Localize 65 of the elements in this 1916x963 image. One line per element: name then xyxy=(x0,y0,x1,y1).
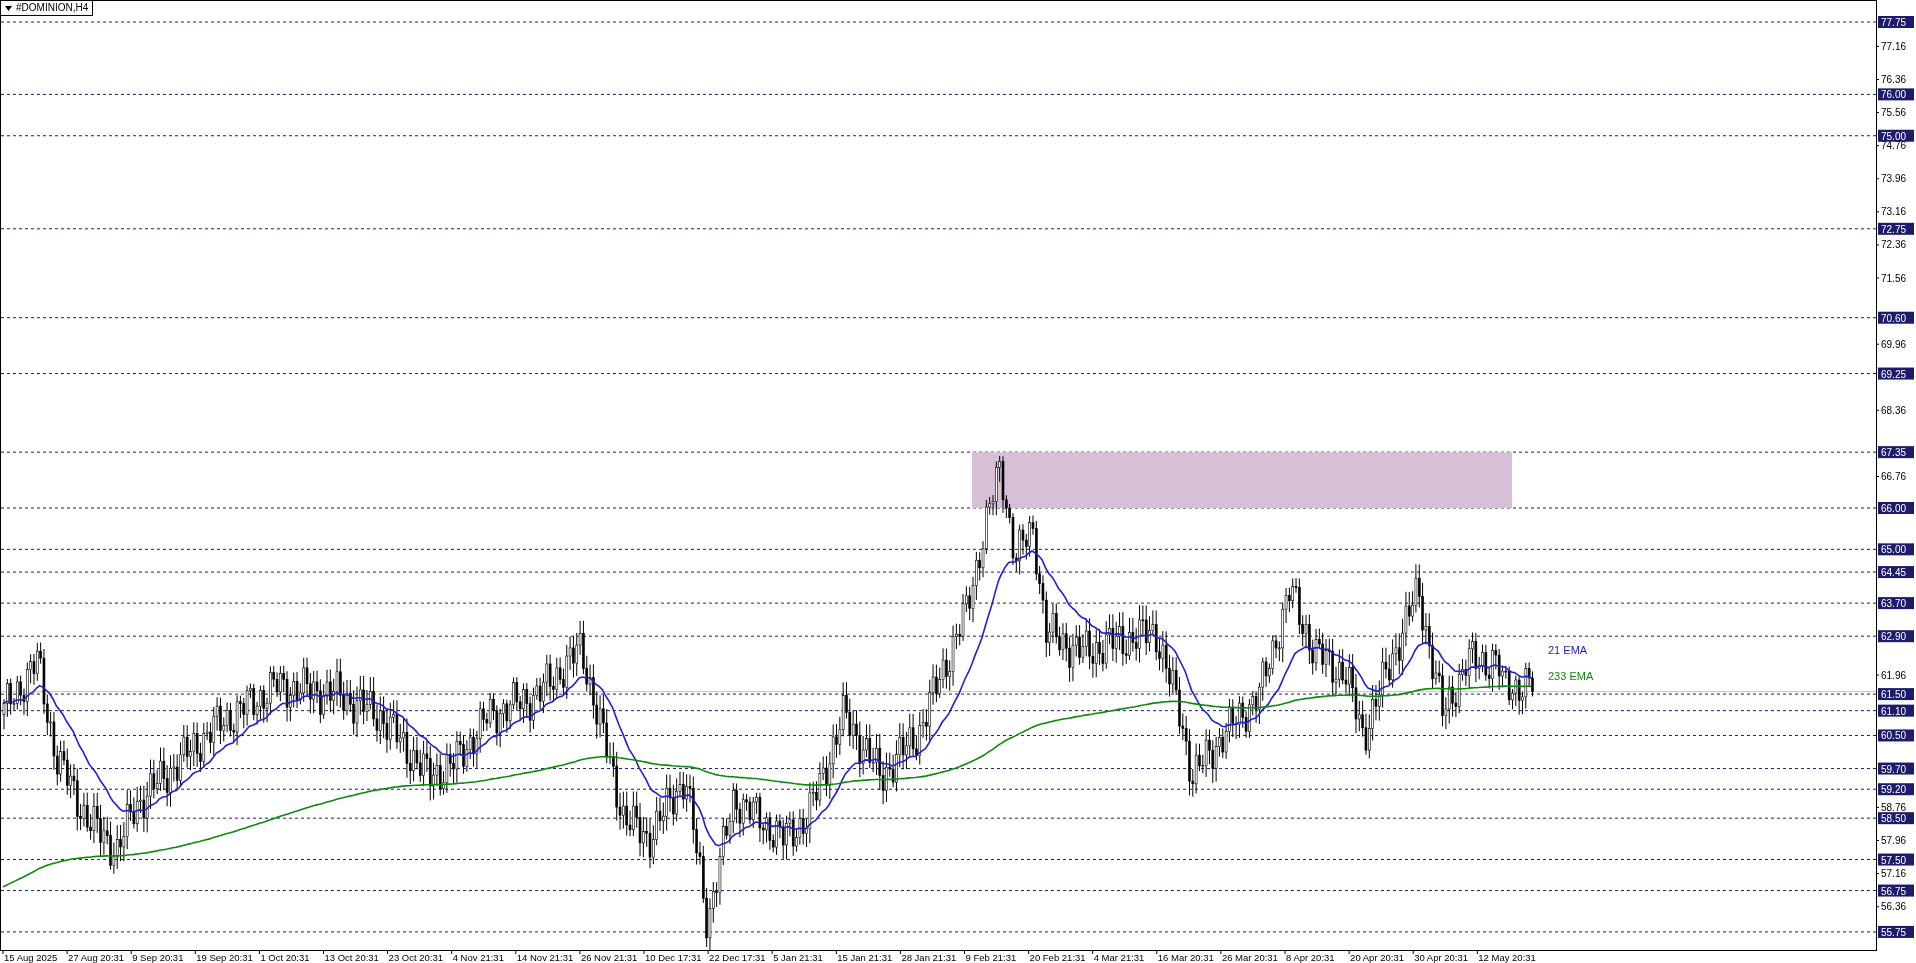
price-level-tag: 77.75 xyxy=(1878,16,1914,28)
time-label: 26 Nov 21:31 xyxy=(580,952,638,963)
price-level-tag: 59.20 xyxy=(1878,783,1914,796)
time-label: 10 Dec 17:31 xyxy=(645,952,702,963)
price-level-tag: 67.35 xyxy=(1878,446,1914,459)
price-label: 73.16 xyxy=(1881,206,1907,218)
time-label: 22 Dec 17:31 xyxy=(709,952,766,963)
price-level-tag: 62.90 xyxy=(1878,630,1914,643)
price-label: 57.16 xyxy=(1881,868,1907,880)
price-level-tag: 65.00 xyxy=(1878,543,1914,556)
price-level-tag: 61.10 xyxy=(1878,704,1914,717)
price-label: 73.96 xyxy=(1881,173,1907,185)
price-label: 69.96 xyxy=(1881,338,1907,350)
price-level-tag: 55.75 xyxy=(1878,925,1914,938)
price-label: 56.36 xyxy=(1881,901,1907,913)
time-label: 26 Mar 20:31 xyxy=(1221,952,1278,963)
time-label: 9 Feb 21:31 xyxy=(965,952,1017,963)
price-level-tag: 70.60 xyxy=(1878,311,1914,324)
time-label: 4 Nov 21:31 xyxy=(452,952,504,963)
time-label: 23 Oct 20:31 xyxy=(388,952,443,963)
price-level-tag: 60.50 xyxy=(1878,729,1914,742)
time-label: 13 Oct 20:31 xyxy=(324,952,379,963)
time-label: 12 May 20:31 xyxy=(1478,952,1536,963)
price-label: 74.76 xyxy=(1881,140,1907,152)
price-level-tag: 57.50 xyxy=(1878,853,1914,866)
time-label: 1 Oct 20:31 xyxy=(260,952,310,963)
price-level-tag: 63.70 xyxy=(1878,597,1914,610)
price-level-tag: 75.00 xyxy=(1878,129,1914,142)
price-level-tag: 72.75 xyxy=(1878,222,1914,235)
price-level-tag: 69.25 xyxy=(1878,367,1914,380)
price-level-tag: 61.50 xyxy=(1878,688,1914,701)
time-label: 27 Aug 20:31 xyxy=(68,952,125,963)
time-label: 20 Feb 21:31 xyxy=(1029,952,1086,963)
time-label: 14 Nov 21:31 xyxy=(516,952,574,963)
price-label: 58.76 xyxy=(1881,801,1907,813)
time-label: 16 Mar 20:31 xyxy=(1157,952,1214,963)
time-label: 5 Jan 21:31 xyxy=(773,952,823,963)
time-label: 28 Jan 21:31 xyxy=(901,952,957,963)
price-label: 77.16 xyxy=(1881,40,1907,52)
time-label: 4 Mar 21:31 xyxy=(1093,952,1145,963)
price-label: 72.36 xyxy=(1881,239,1907,251)
price-label: 76.36 xyxy=(1881,74,1907,85)
price-level-tag: 56.75 xyxy=(1878,884,1914,897)
time-label: 15 Jan 21:31 xyxy=(837,952,893,963)
time-label: 9 Sep 20:31 xyxy=(132,952,184,963)
price-label: 68.36 xyxy=(1881,404,1907,416)
caret-icon[interactable] xyxy=(5,5,12,11)
price-level-tag: 58.50 xyxy=(1878,812,1914,825)
price-label: 66.76 xyxy=(1881,471,1907,483)
price-level-tag: 76.00 xyxy=(1878,88,1914,101)
chart-title-text: #DOMINION,H4 xyxy=(16,1,89,15)
time-label: 30 Apr 20:31 xyxy=(1414,952,1469,963)
price-label: 61.96 xyxy=(1881,669,1907,681)
time-label: 15 Aug 2025 xyxy=(4,952,58,963)
indicator-label: 233 EMA xyxy=(1548,670,1594,682)
price-label: 57.96 xyxy=(1881,835,1907,846)
price-label: 71.56 xyxy=(1881,272,1907,284)
price-level-tag: 59.70 xyxy=(1878,762,1914,775)
time-label: 8 Apr 20:31 xyxy=(1286,952,1335,963)
indicator-label: 21 EMA xyxy=(1548,644,1588,656)
price-level-tag: 64.45 xyxy=(1878,566,1914,579)
price-level-tag: 66.00 xyxy=(1878,502,1914,514)
price-label: 75.56 xyxy=(1881,107,1907,119)
time-label: 19 Sep 20:31 xyxy=(196,952,253,963)
time-label: 20 Apr 20:31 xyxy=(1350,952,1404,963)
